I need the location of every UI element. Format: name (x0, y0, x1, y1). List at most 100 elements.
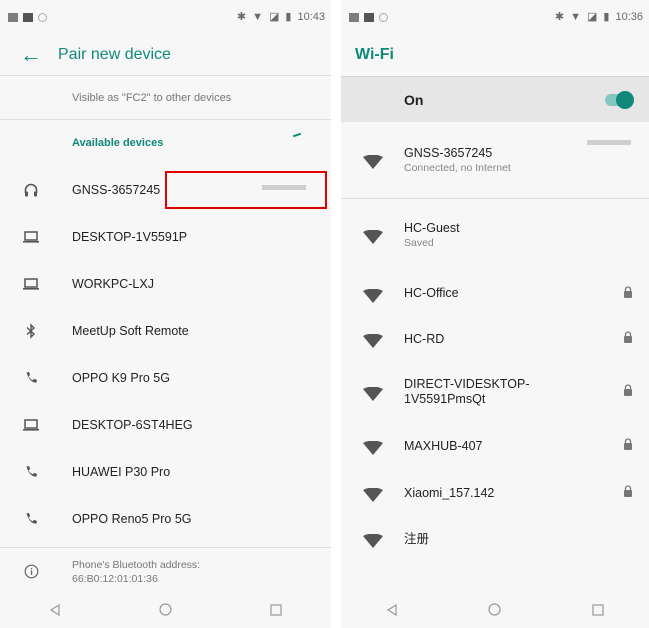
back-arrow-icon[interactable]: ← (0, 43, 58, 66)
laptop-icon (0, 418, 72, 432)
phone-icon (0, 511, 72, 527)
lock-icon (623, 383, 633, 401)
network-status: Saved (404, 237, 434, 249)
wifi-signal-icon (341, 530, 404, 548)
info-icon (0, 564, 72, 579)
laptop-icon (0, 230, 72, 244)
network-item[interactable]: HC-Guest Saved (341, 199, 649, 271)
phone-icon (0, 464, 72, 480)
wifi-signal-icon (341, 484, 404, 502)
network-item[interactable]: HC-Office (341, 271, 649, 316)
network-status: Connected, no Internet (404, 162, 511, 174)
network-item[interactable]: Xiaomi_157.142 (341, 470, 649, 516)
bluetooth-icon (0, 322, 72, 339)
wifi-status-icon: ▼ (570, 10, 581, 23)
device-name: DESKTOP-1V5591P (72, 229, 188, 244)
device-item[interactable]: HUAWEI P30 Pro (0, 448, 331, 495)
notification-icon (38, 12, 47, 22)
network-name: HC-Office (404, 286, 459, 300)
device-item[interactable]: DESKTOP-6ST4HEG (0, 401, 331, 448)
wifi-signal-icon (341, 383, 404, 401)
redacted-text (587, 140, 631, 145)
device-item[interactable]: MeetUp Soft Remote (0, 307, 331, 354)
network-name: 注册 (404, 531, 430, 546)
app-bar: ← Pair new device (0, 34, 331, 76)
clock: 10:36 (615, 10, 643, 23)
wifi-signal-icon (341, 330, 404, 348)
device-item[interactable]: WORKPC-LXJ (0, 260, 331, 307)
page-title: Pair new device (58, 45, 171, 63)
highlight-box (165, 171, 327, 209)
nav-recents-icon[interactable] (270, 603, 282, 621)
laptop-icon (0, 277, 72, 291)
battery-icon: ▮ (285, 11, 292, 23)
wifi-signal-icon (341, 226, 404, 244)
clock: 10:43 (297, 10, 325, 23)
device-item[interactable]: OPPO K9 Pro 5G (0, 354, 331, 401)
lock-icon (623, 437, 633, 455)
notification-icon (349, 12, 359, 22)
device-name: MeetUp Soft Remote (72, 323, 189, 338)
device-name: OPPO K9 Pro 5G (72, 370, 170, 385)
device-list: GNSS-3657245 DESKTOP-1V5591P WORKPC-LXJ … (0, 166, 331, 542)
navigation-bar (0, 596, 331, 628)
page-title: Wi-Fi (355, 46, 394, 63)
toggle-label: On (404, 91, 424, 108)
bt-address-label: Phone's Bluetooth address: (72, 558, 201, 571)
bluetooth-pair-screen: ✱ ▼ ◪ ▮ 10:43 ← Pair new device Visible … (0, 0, 331, 628)
bluetooth-status-icon: ✱ (236, 11, 247, 23)
no-sim-icon: ◪ (269, 11, 280, 23)
battery-icon: ▮ (603, 11, 610, 23)
status-bar: ✱ ▼ ◪ ▮ 10:36 (341, 0, 649, 34)
lock-icon (623, 285, 633, 303)
notification-icon (23, 12, 33, 22)
headphones-icon (0, 182, 72, 198)
bluetooth-status-icon: ✱ (554, 11, 565, 23)
nav-recents-icon[interactable] (592, 603, 604, 621)
nav-home-icon[interactable] (488, 603, 502, 621)
notification-icon (364, 12, 374, 22)
bluetooth-address-info: Phone's Bluetooth address: 66:B0:12:01:0… (0, 547, 331, 595)
visible-as-text: Visible as "FC2" to other devices (0, 76, 331, 120)
phone-icon (0, 370, 72, 386)
device-name: WORKPC-LXJ (72, 276, 154, 291)
device-item[interactable]: OPPO Reno5 Pro 5G (0, 495, 331, 542)
network-item[interactable]: HC-RD (341, 316, 649, 362)
available-devices-header: Available devices (0, 120, 331, 166)
status-bar: ✱ ▼ ◪ ▮ 10:43 (0, 0, 331, 34)
network-name: GNSS-3657245 (404, 146, 493, 160)
network-item[interactable]: MAXHUB-407 (341, 422, 649, 470)
network-name: MAXHUB-407 (404, 438, 483, 453)
nav-back-icon[interactable] (386, 603, 398, 621)
wifi-status-icon: ▼ (252, 10, 263, 23)
network-name: Xiaomi_157.142 (404, 485, 495, 500)
network-name: HC-RD (404, 331, 445, 346)
network-item[interactable]: GNSS-3657245 Connected, no Internet (341, 122, 649, 198)
network-item[interactable]: DIRECT-VIDESKTOP- 1V5591PmsQt (341, 362, 649, 422)
device-item[interactable]: DESKTOP-1V5591P (0, 213, 331, 260)
navigation-bar (341, 596, 649, 628)
network-name: DIRECT-VIDESKTOP- 1V5591PmsQt (404, 377, 530, 406)
device-name: HUAWEI P30 Pro (72, 464, 171, 479)
section-title: Available devices (72, 137, 164, 149)
lock-icon (623, 330, 633, 348)
wifi-signal-icon (341, 437, 404, 455)
notification-icon (379, 12, 388, 22)
no-sim-icon: ◪ (587, 11, 598, 23)
wifi-toggle-row[interactable]: On (341, 76, 649, 122)
device-name: GNSS-3657245 (72, 182, 161, 197)
notification-icon (8, 12, 18, 22)
network-list: GNSS-3657245 Connected, no Internet HC-G… (341, 122, 649, 562)
device-name: OPPO Reno5 Pro 5G (72, 511, 192, 526)
nav-home-icon[interactable] (159, 603, 172, 621)
wifi-signal-icon (341, 151, 404, 169)
lock-icon (623, 484, 633, 502)
network-item[interactable]: 注册 (341, 516, 649, 562)
wifi-signal-icon (341, 285, 404, 303)
scanning-spinner-icon (292, 132, 302, 138)
device-name: DESKTOP-6ST4HEG (72, 417, 193, 432)
nav-back-icon[interactable] (49, 603, 61, 621)
wifi-screen: ✱ ▼ ◪ ▮ 10:36 Wi-Fi On GNSS-3657245 Conn… (341, 0, 649, 628)
network-name: HC-Guest (404, 221, 460, 235)
wifi-toggle-switch[interactable] (605, 91, 634, 109)
